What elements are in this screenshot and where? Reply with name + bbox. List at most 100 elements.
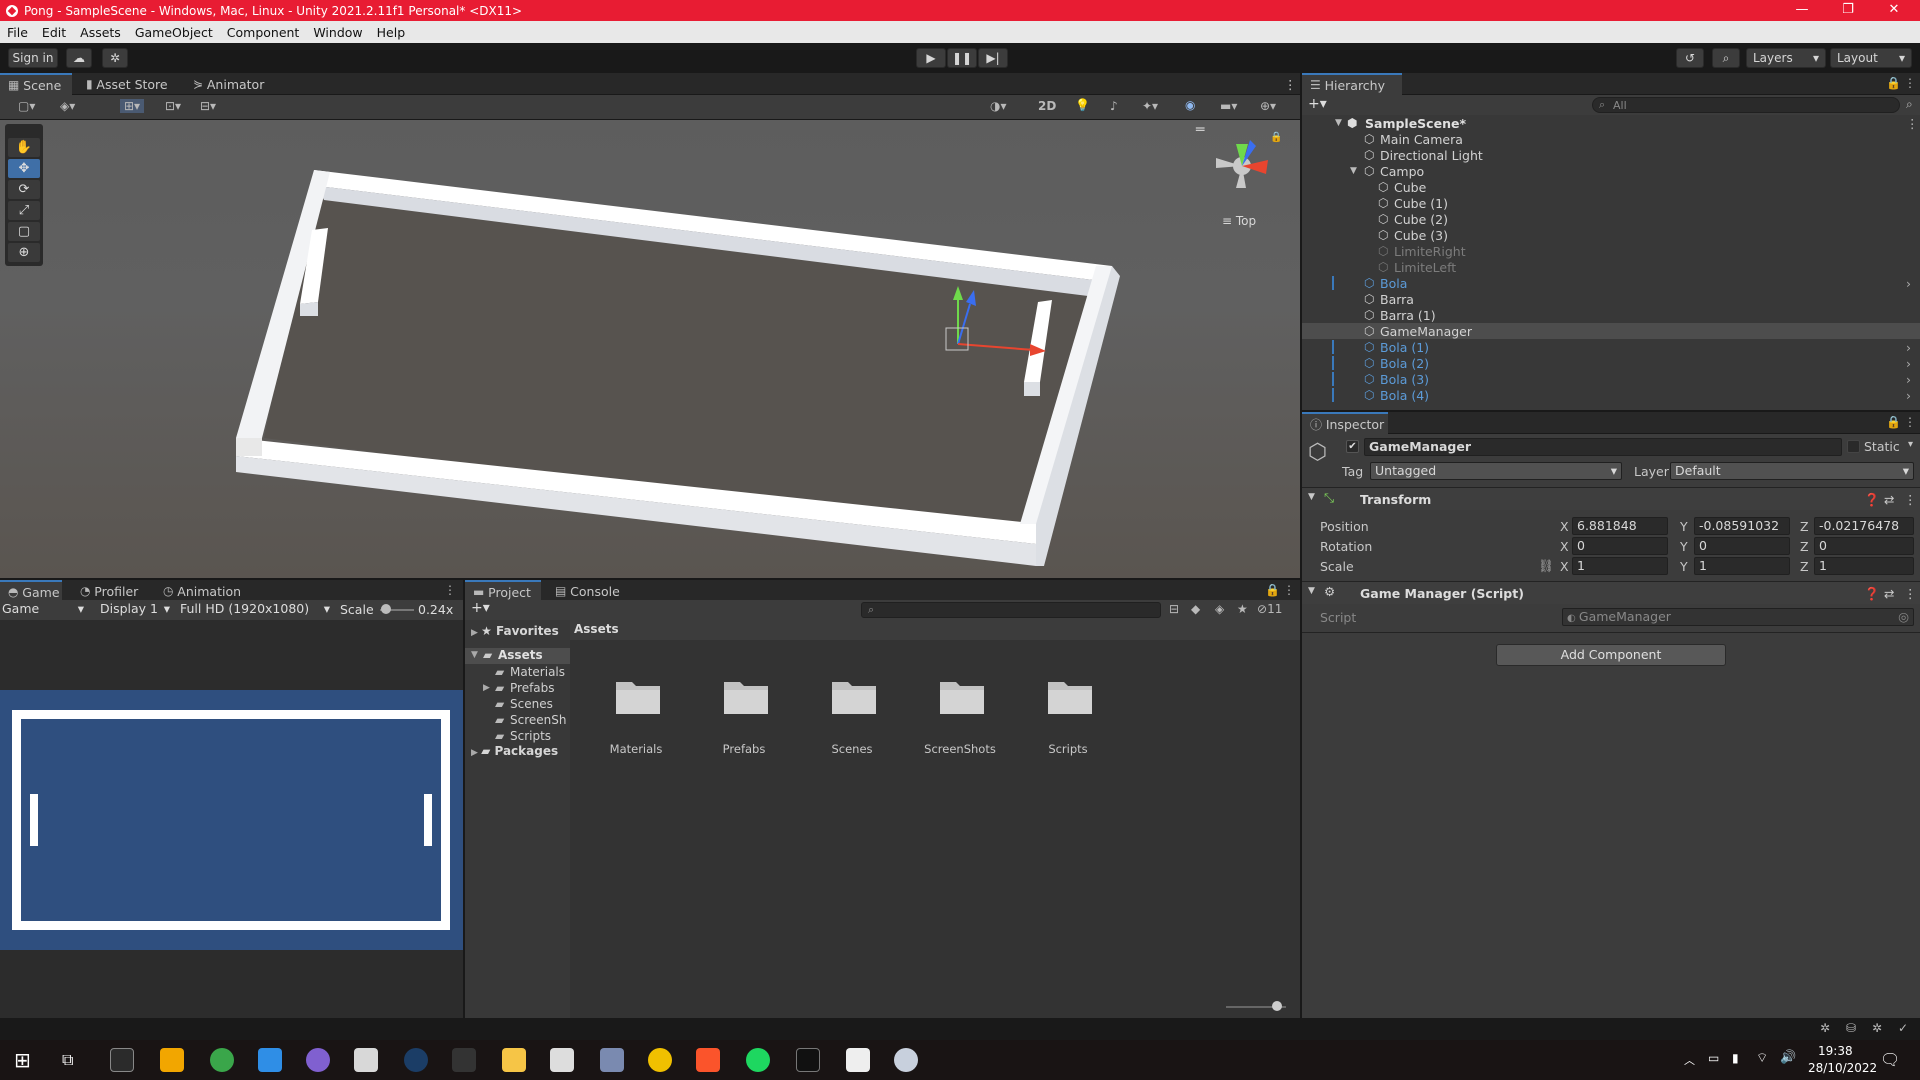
position-y-field[interactable]: -0.08591032	[1694, 517, 1790, 535]
lock-icon[interactable]: 🔒	[1886, 76, 1901, 90]
hierarchy-item[interactable]: ⬡ Bola ›	[1302, 275, 1920, 291]
play-button[interactable]: ▶	[916, 48, 946, 68]
app-icon[interactable]	[894, 1048, 918, 1072]
brave-icon[interactable]	[696, 1048, 720, 1072]
steam-icon[interactable]	[404, 1048, 428, 1072]
effects-icon[interactable]: ✦▾	[1142, 99, 1158, 113]
tab-hierarchy[interactable]: ☰ Hierarchy	[1302, 73, 1402, 95]
favorites-row[interactable]: ▶ ★ Favorites	[471, 624, 571, 638]
scene-root-row[interactable]: ▼ ⬢ SampleScene* ⋮	[1302, 115, 1920, 131]
hidden-packages-icon[interactable]: ⊘11	[1257, 602, 1282, 616]
chevron-right-icon[interactable]: ›	[1906, 340, 1911, 355]
icon-size-slider-thumb[interactable]	[1272, 1001, 1282, 1011]
lighting-icon[interactable]: 💡	[1075, 98, 1090, 112]
unity-hub-icon[interactable]	[354, 1048, 378, 1072]
active-checkbox[interactable]: ✔	[1346, 440, 1359, 453]
hierarchy-item[interactable]: ⬡ Main Camera	[1302, 131, 1920, 147]
history-icon[interactable]: ↺	[1676, 48, 1704, 68]
rotation-z-field[interactable]: 0	[1814, 537, 1914, 555]
search-by-type-icon[interactable]: ⊟	[1169, 602, 1179, 616]
volume-icon[interactable]: 🔊	[1780, 1050, 1796, 1065]
scale-z-field[interactable]: 1	[1814, 557, 1914, 575]
chevron-right-icon[interactable]: ›	[1906, 388, 1911, 403]
hierarchy-item[interactable]: ⬡ Bola (3) ›	[1302, 371, 1920, 387]
hierarchy-item[interactable]: ⬡ Bola (4) ›	[1302, 387, 1920, 403]
chevron-right-icon[interactable]: ›	[1906, 372, 1911, 387]
hierarchy-item[interactable]: ⬡ Barra (1)	[1302, 307, 1920, 323]
axis-y-label[interactable]: Y	[1680, 539, 1688, 554]
step-button[interactable]: ▶|	[978, 48, 1008, 68]
hand-tool-icon[interactable]: ✋	[8, 138, 40, 157]
cloud-icon[interactable]: ☁	[66, 48, 92, 68]
add-icon[interactable]: +▾	[471, 600, 490, 616]
windows-start-icon[interactable]: ⊞	[14, 1048, 31, 1072]
object-name-field[interactable]: GameManager	[1364, 438, 1842, 456]
menu-assets[interactable]: Assets	[73, 25, 128, 40]
chevron-right-icon[interactable]: ›	[1906, 276, 1911, 291]
minimize-button[interactable]: —	[1779, 0, 1825, 21]
close-button[interactable]: ✕	[1871, 0, 1917, 21]
panel-menu-icon[interactable]: ⋮	[1283, 583, 1295, 597]
scene-viewport[interactable]: ✋ ✥ ⟳ ⤢ ▢ ⊕ ≡ Top ═ 🔒	[0, 120, 1300, 578]
axis-z-label[interactable]: Z	[1800, 519, 1809, 534]
hierarchy-item[interactable]: ⬡ LimiteLeft	[1302, 259, 1920, 275]
notifications-icon[interactable]: 🗨	[1880, 1050, 1900, 1069]
component-menu-icon[interactable]: ⋮	[1904, 492, 1917, 507]
breadcrumb-assets[interactable]: Assets	[574, 622, 619, 636]
presets-icon[interactable]: ⇄	[1884, 586, 1894, 601]
panel-menu-icon[interactable]: ⋮	[1904, 415, 1916, 429]
move-snap-icon[interactable]: ⊞▾	[120, 99, 145, 113]
panel-menu-icon[interactable]: ⋮	[1904, 76, 1916, 90]
tag-icon[interactable]: ◈	[1215, 602, 1224, 616]
rect-tool-icon[interactable]: ▢	[8, 222, 40, 241]
expand-arrow-icon[interactable]: ▼	[1308, 586, 1315, 596]
position-z-field[interactable]: -0.02176478	[1814, 517, 1914, 535]
grid-snap-icon[interactable]: ⊡▾	[165, 99, 181, 113]
wifi-icon[interactable]: ⌔	[1756, 1050, 1768, 1066]
unity-editor-icon[interactable]	[796, 1048, 820, 1072]
check-icon[interactable]: ✓	[1898, 1021, 1908, 1035]
menu-window[interactable]: Window	[306, 25, 369, 40]
network-icon[interactable]: ✲	[1872, 1021, 1882, 1035]
camera-icon[interactable]: ▬▾	[1220, 99, 1237, 113]
script-component-header[interactable]: ▼ ⚙ Game Manager (Script) ❓ ⇄ ⋮	[1302, 582, 1920, 604]
tab-scene[interactable]: ▦ Scene	[0, 73, 72, 95]
hierarchy-item[interactable]: ⬡ Bola (2) ›	[1302, 355, 1920, 371]
layers-dropdown[interactable]: Layers ▾	[1746, 48, 1826, 68]
tree-folder-item[interactable]: ▰ Scripts	[483, 729, 573, 745]
help-icon[interactable]: ❓	[1864, 586, 1880, 602]
scene-visibility-icon[interactable]: ◉	[1185, 98, 1195, 112]
tab-console[interactable]: ▤ Console	[547, 580, 627, 602]
gizmo-view-label[interactable]: ≡ Top	[1222, 214, 1256, 228]
axis-z-label[interactable]: Z	[1800, 539, 1809, 554]
chrome-icon[interactable]	[648, 1048, 672, 1072]
render-mode-icon[interactable]: ◑▾	[990, 99, 1007, 113]
hierarchy-item[interactable]: ⬡ GameManager	[1302, 323, 1920, 339]
draw-mode-icon[interactable]: ▢▾	[18, 99, 35, 113]
spotify-icon[interactable]	[746, 1048, 770, 1072]
clock-time[interactable]: 19:38	[1818, 1044, 1853, 1058]
static-checkbox[interactable]	[1847, 440, 1860, 453]
menu-help[interactable]: Help	[370, 25, 413, 40]
increment-snap-icon[interactable]: ⊟▾	[200, 99, 216, 113]
panel-menu-icon[interactable]: ⋮	[1276, 73, 1298, 95]
axis-x-label[interactable]: X	[1560, 519, 1569, 534]
game-viewport[interactable]	[0, 620, 463, 1018]
tab-game[interactable]: ◓ Game	[0, 580, 62, 602]
axis-y-label[interactable]: Y	[1680, 519, 1688, 534]
axis-x-label[interactable]: X	[1560, 539, 1569, 554]
battery-icon[interactable]: ▮	[1732, 1051, 1739, 1065]
hierarchy-item[interactable]: ▼ ⬡ Campo	[1302, 163, 1920, 179]
cache-icon[interactable]: ⛁	[1846, 1021, 1856, 1035]
hierarchy-item[interactable]: ⬡ Barra	[1302, 291, 1920, 307]
tab-profiler[interactable]: ◔ Profiler	[72, 580, 148, 602]
lock-icon[interactable]: 🔒	[1265, 583, 1280, 597]
sublime-icon[interactable]	[160, 1048, 184, 1072]
expand-arrow-icon[interactable]: ▶	[483, 683, 490, 693]
help-icon[interactable]: ❓	[1864, 492, 1880, 508]
task-view-icon[interactable]: ⧉	[62, 1050, 73, 1070]
rotation-x-field[interactable]: 0	[1572, 537, 1668, 555]
scale-tool-icon[interactable]: ⤢	[8, 201, 40, 220]
tree-folder-item[interactable]: ▰ ScreenSh	[483, 713, 573, 729]
display-dropdown[interactable]: Display 1 ▾	[96, 601, 172, 619]
